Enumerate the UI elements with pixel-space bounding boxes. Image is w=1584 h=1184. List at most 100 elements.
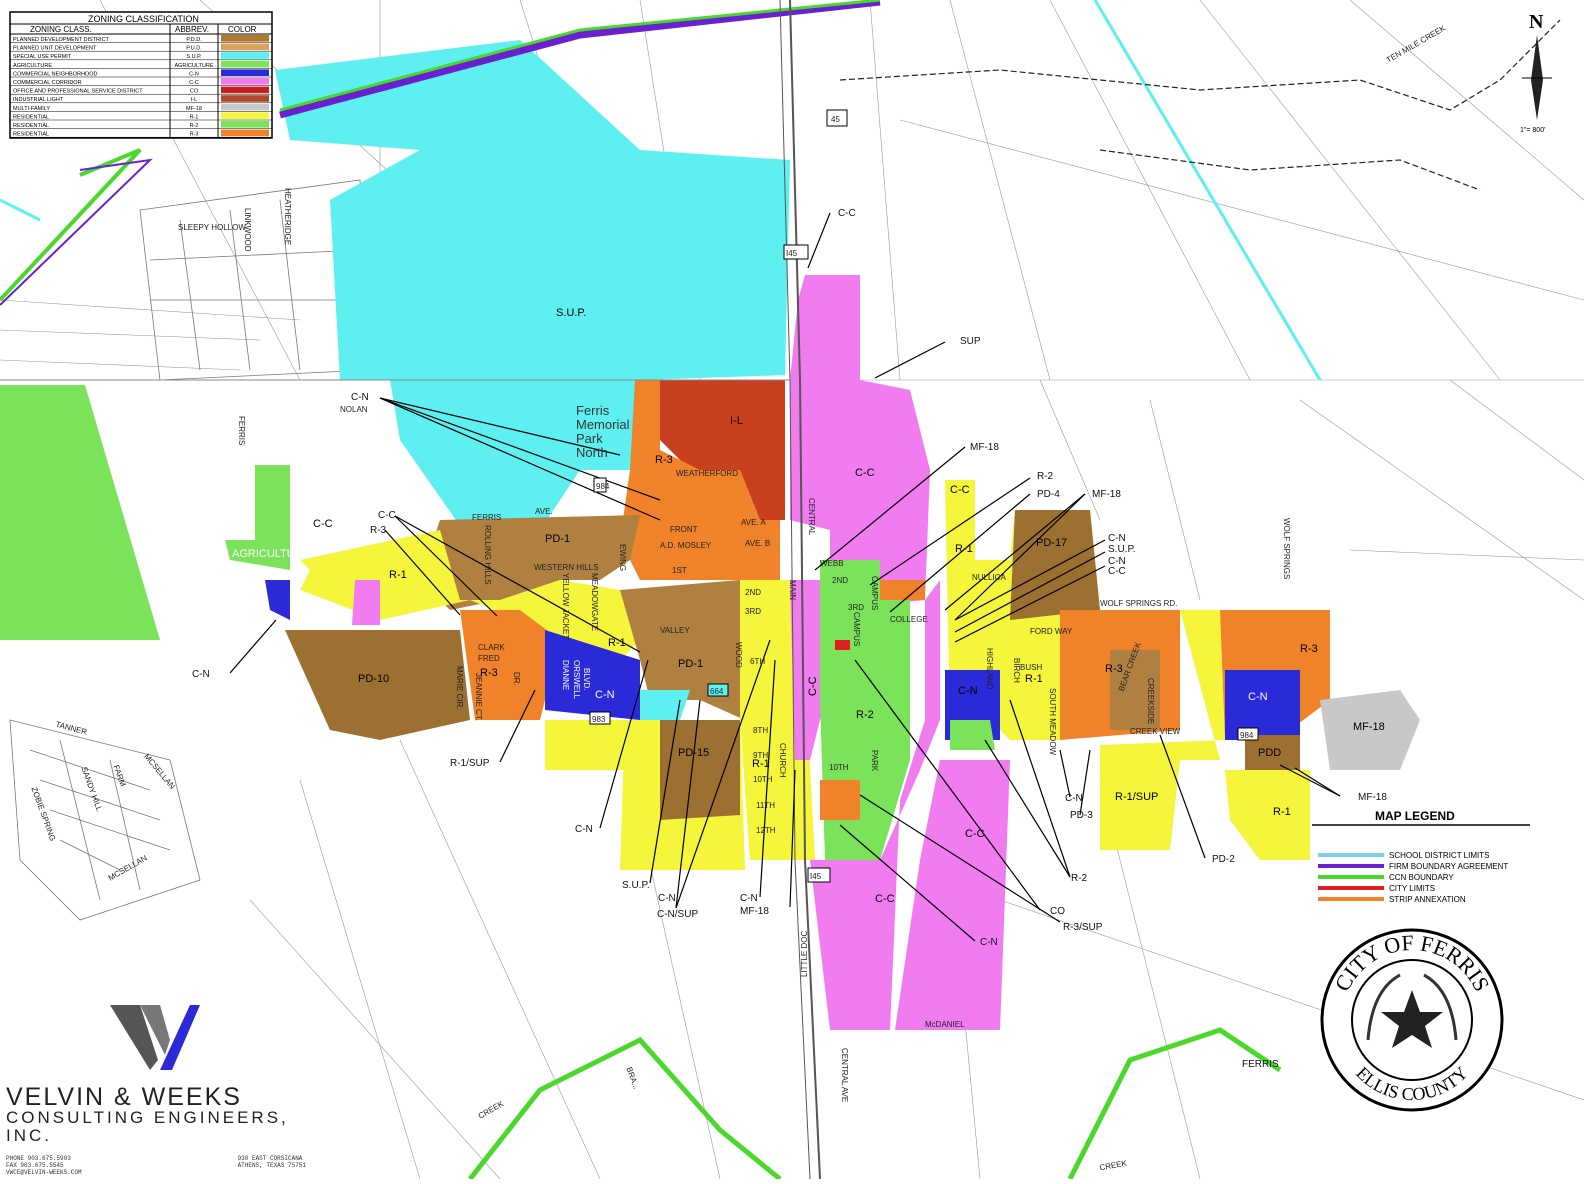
zone-strip-annex [880,580,925,600]
zone-label: C-N [958,685,978,697]
zone-label: PDD [1258,747,1281,759]
table-abbrev-cell: C-N [189,71,199,77]
ccn-boundary-south [468,1036,782,1181]
zone-label: C-C [950,484,970,496]
table-class-cell: COMMERCIAL CORRIDOR [13,80,82,86]
street-label: 8TH [753,726,768,735]
street-label: HIGHLAND [985,648,994,690]
table-abbrev-cell: MF-18 [186,106,202,112]
table-color-swatch [221,52,269,59]
street-label: CLARK [478,643,505,652]
callout-label: C-N [658,893,676,904]
street-label: LITTLE DOC [800,931,809,977]
zone-label: R-1 [389,569,407,581]
table-abbrev-cell: P.D.D. [186,37,202,43]
table-color-swatch [221,60,269,68]
street-label: EWING [618,544,627,571]
zone-label: I-L [730,415,743,427]
callout-label: SUP [960,336,981,347]
zone-label: C-C [875,893,895,905]
zone-r1-far-east [1225,770,1310,860]
callout-label: MF-18 [740,906,769,917]
zone-pd10 [285,630,470,740]
callout-label: R-2 [1037,471,1054,482]
zone-label: R-3 [1105,663,1123,675]
firm-address: 930 EAST CORSICANA [237,1155,303,1162]
street-label: HEATHERIDGE [283,188,292,245]
street-label: FORD WAY [1030,627,1073,636]
ccn-boundary-southeast [1067,1027,1282,1181]
street-label: 6TH [750,657,765,666]
street-label: JEANNIE CT. [474,673,483,721]
table-abbrev-cell: C-C [189,80,199,86]
table-class-cell: OFFICE AND PROFESSIONAL SERVICE DISTRICT [13,89,143,95]
callout-label: C-N [980,937,998,948]
zone-co [835,640,850,650]
table-color-swatch [221,43,269,51]
firm-info: VELVIN & WEEKS CONSULTING ENGINEERS, INC… [6,1083,316,1177]
table-class-cell: AGRICULTURE [13,63,52,69]
school-district-line-west [0,198,41,222]
zone-cn-far-east [1225,670,1300,740]
street-label: 2ND [832,576,848,585]
street-label: FERRIS [237,416,246,445]
callout-label: C-N/SUP [657,909,698,920]
callout-label: S.U.P. [622,880,650,891]
street-label: BUSH [1020,663,1042,672]
north-arrow: N 1"= 800' [1520,11,1552,134]
zone-cc-west [352,580,380,625]
scale-text: 1"= 800' [1520,127,1545,134]
firm-fax: FAX 903.675.5545 [6,1162,64,1169]
table-class-cell: SPECIAL USE PERMIT [13,54,72,60]
table-color-swatch [221,95,269,102]
callout-label: MF-18 [970,442,999,453]
table-class-cell: COMMERCIAL NEIGHBORHOOD [13,71,97,77]
zone-label: C-C [313,518,333,530]
firm-boundary-west [0,158,153,306]
callout-label: MF-18 [1092,489,1121,500]
callout-label: R-1/SUP [450,758,490,769]
street-label: CREEK [1099,1159,1128,1173]
zone-label: C-C [855,467,875,479]
callout-label: CO [1050,906,1065,917]
street-label: YELLOW JACKET [561,573,570,639]
street-label: ROLLING HILLS [483,525,492,585]
zone-label: R-3 [1300,643,1318,655]
street-label: MARIE CIR. [455,666,464,710]
firm-name: VELVIN & WEEKS [6,1083,242,1111]
zone-agriculture-west [0,385,160,640]
zone-label: PD-10 [358,673,389,685]
zone-label: R-2 [856,709,874,721]
zone-label: R-3 [655,454,673,466]
table-class-cell: RESIDENTIAL [13,123,49,129]
map-legend: MAP LEGEND SCHOOL DISTRICT LIMITS FIRM BO… [1312,809,1530,904]
street-label: FERRIS [472,513,501,522]
street-label: ZOBIE SPRING [29,786,57,843]
callout-label: S.U.P. [1108,544,1136,555]
street-label: DIANNE [561,660,570,690]
street-label: WEBB [820,559,844,568]
zone-cc-east [895,760,1010,1030]
street-label: BLVD. [582,668,591,691]
callout-label: C-C [378,510,396,521]
creek-line [839,19,1561,191]
callout-label: R-3 [370,525,387,536]
street-label: 9TH [753,751,768,760]
street-label: A.D. MOSLEY [660,541,712,550]
place-label: Memorial [576,417,630,432]
legend-label: FIRM BOUNDARY AGREEMENT [1389,862,1508,871]
firm-email: VWCE@VELVIN-WEEKS.COM [6,1169,82,1176]
table-abbrev-cell: R-1 [190,114,199,120]
zone-label: C-N [595,689,615,701]
street-label: 11TH [756,801,775,810]
table-class-cell: PLANNED DEVELOPMENT DISTRICT [13,37,110,43]
street-label: CREEK [477,1099,506,1121]
callout-label: PD-4 [1037,489,1060,500]
street-label: TANNER [55,720,89,737]
zone-pd17 [1010,510,1100,620]
street-label: BIRCH [1012,658,1021,683]
table-color-swatch [221,129,269,137]
street-label: DR. [512,672,521,686]
street-label: SLEEPY HOLLOW [178,223,246,232]
table-abbrev-cell: R-2 [190,123,199,129]
